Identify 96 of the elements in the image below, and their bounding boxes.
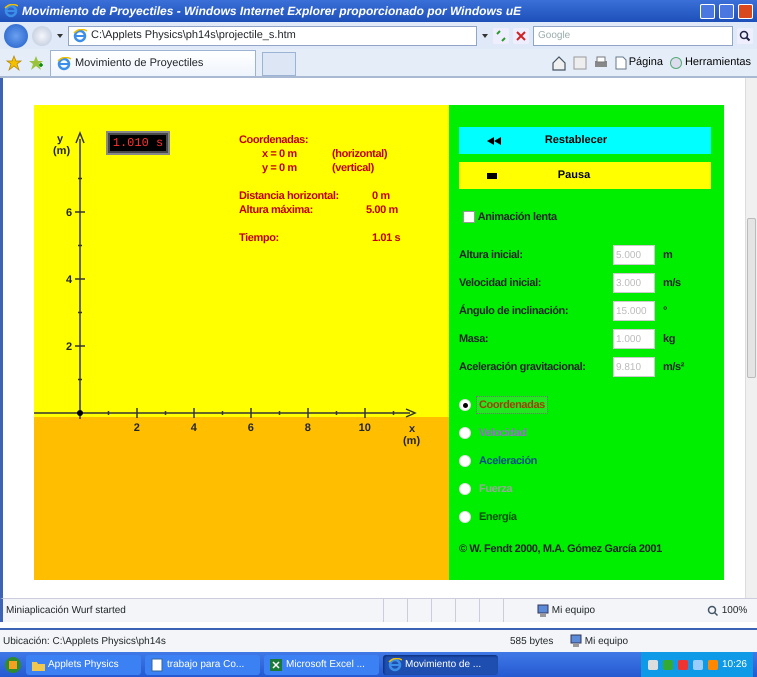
star-icon[interactable] <box>6 54 22 70</box>
tick-label: 10 <box>358 421 371 436</box>
tick-label: 6 <box>248 421 254 436</box>
axis-unit: (m) <box>403 434 420 449</box>
stop-icon[interactable] <box>513 28 529 44</box>
axis-label: y <box>57 132 64 146</box>
tick-label: 2 <box>134 421 140 436</box>
unit-label: m <box>663 248 672 263</box>
spreadsheet-icon <box>269 658 283 672</box>
browser-icon <box>4 4 18 18</box>
copyright-text: © W. Fendt 2000, M.A. Gómez García 2001 <box>459 542 663 557</box>
computer-icon <box>537 604 549 618</box>
pause-button[interactable]: Pausa <box>459 162 711 189</box>
unit-label: kg <box>663 332 676 347</box>
rewind-icon <box>487 136 501 144</box>
start-icon[interactable] <box>4 656 22 674</box>
window-title: Movimiento de Proyectiles - Windows Internet Explorer proporcionado por Windows uE <box>22 3 522 20</box>
readout-note: (vertical) <box>332 161 374 176</box>
radio-button[interactable] <box>459 427 471 439</box>
readout-label: Tiempo: <box>239 231 279 246</box>
field-label: Aceleración gravitacional: <box>459 360 587 375</box>
browser-tab[interactable]: Movimiento de Proyectiles <box>50 50 256 76</box>
close-button[interactable] <box>738 4 753 18</box>
tick-label: 6 <box>66 206 72 221</box>
back-button[interactable] <box>4 24 28 48</box>
dropdown-icon[interactable] <box>481 32 489 40</box>
zoom-control[interactable]: 100% <box>707 603 748 618</box>
search-field[interactable]: Google <box>533 26 733 46</box>
readout-value: 1.01 s <box>372 231 400 246</box>
gear-icon <box>668 56 683 70</box>
scroll-thumb[interactable] <box>747 218 756 378</box>
tick-label: 4 <box>66 273 72 288</box>
field-label: Altura inicial: <box>459 248 524 263</box>
checkbox-label[interactable]: Animación lenta <box>459 197 712 237</box>
unit-label: m/s <box>663 276 681 291</box>
address-field[interactable]: C:\Applets Physics\ph14s\projectile_s.htm <box>68 26 477 46</box>
radio-option[interactable]: Aceleración <box>459 447 539 475</box>
tray-icon[interactable] <box>676 658 689 670</box>
readout-value: 5.00 m <box>366 203 398 218</box>
radio-option[interactable]: Energía <box>459 503 519 531</box>
radio-button[interactable] <box>459 511 471 523</box>
radio-button[interactable] <box>459 399 471 411</box>
unit-label: m/s² <box>663 360 684 375</box>
pause-icon <box>487 172 497 178</box>
dropdown-icon[interactable] <box>56 32 64 40</box>
readout-value: 0 m <box>372 189 390 204</box>
tools-menu[interactable]: Herramientas <box>668 54 751 71</box>
clock-text: 10:26 <box>722 658 747 672</box>
projectile-icon <box>77 410 83 416</box>
zone-text: Mi equipo <box>552 604 596 618</box>
page-icon <box>614 56 627 70</box>
status-text: Miniaplicación Wurf started <box>5 604 127 618</box>
add-favorite-icon[interactable] <box>28 54 44 70</box>
computer-icon <box>570 634 582 648</box>
axis-unit: (m) <box>53 144 70 159</box>
radio-button[interactable] <box>459 483 471 495</box>
radio-option[interactable]: Coordenadas <box>459 391 547 419</box>
field-label: Masa: <box>459 332 490 347</box>
tick-label: 8 <box>304 421 311 436</box>
readout-label: Altura máxima: <box>239 203 313 218</box>
zoom-icon <box>707 604 719 616</box>
axis-label: x <box>409 422 416 436</box>
readout-value: x = 0 m <box>262 147 297 162</box>
taskbar-button[interactable]: Microsoft Excel ... <box>264 654 379 674</box>
reset-button[interactable]: Restablecer <box>459 127 711 154</box>
readout-label: Distancia horizontal: <box>239 189 339 204</box>
field-label: Velocidad inicial: <box>459 276 542 291</box>
taskbar-button[interactable]: Applets Physics <box>26 654 141 674</box>
checkbox[interactable] <box>463 211 475 223</box>
readout-note: (horizontal) <box>332 147 388 162</box>
new-tab-button[interactable] <box>262 52 296 76</box>
browser-icon <box>388 658 402 672</box>
home-icon[interactable] <box>550 54 567 70</box>
tick-label: 2 <box>66 340 72 355</box>
tray-icon[interactable] <box>692 658 704 670</box>
size-text: 585 bytes <box>510 634 554 648</box>
search-icon[interactable] <box>737 28 753 44</box>
readout-value: y = 0 m <box>262 161 297 176</box>
tick-label: 4 <box>190 421 197 436</box>
tray-icon[interactable] <box>646 658 659 670</box>
readout-label: Coordenadas: <box>239 133 308 148</box>
unit-label: ° <box>663 304 667 319</box>
scrollbar[interactable] <box>745 78 757 598</box>
timer-display: 1.010 s <box>106 131 170 155</box>
browser-icon <box>73 28 87 42</box>
minimize-button[interactable] <box>700 4 715 18</box>
page-menu[interactable]: Página <box>614 54 663 71</box>
document-icon <box>150 658 164 672</box>
taskbar-button[interactable]: Movimiento de ... <box>383 654 498 674</box>
zone-text: Mi equipo <box>584 634 628 648</box>
browser-icon <box>57 56 71 70</box>
radio-button[interactable] <box>459 455 471 467</box>
location-text: Ubicación: C:\Applets Physics\ph14s <box>2 634 167 648</box>
taskbar-button[interactable]: trabajo para Co... <box>145 654 260 674</box>
field-label: Ángulo de inclinación: <box>459 303 570 319</box>
maximize-button[interactable] <box>719 4 734 18</box>
